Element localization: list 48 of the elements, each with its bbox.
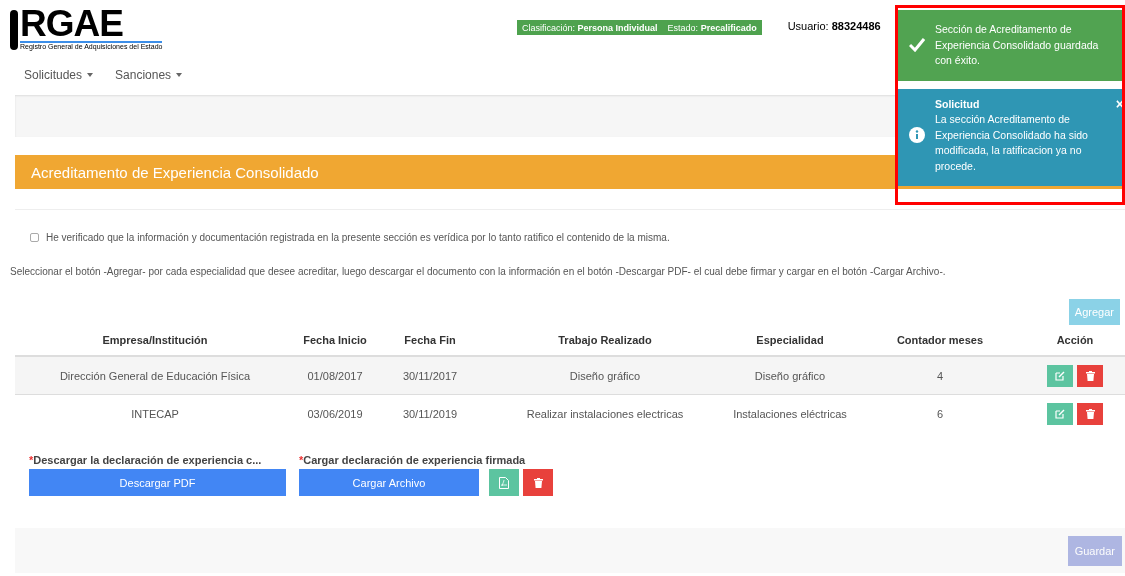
table-cell: 03/06/2019 (307, 407, 363, 420)
table-cell: Realizar instalaciones electricas (526, 407, 684, 420)
user-label: Usuario: 88324486 (787, 20, 881, 34)
column-header: Acción (1056, 334, 1094, 346)
nav-menu[interactable]: Solicitudes (24, 68, 94, 82)
column-header: Fecha Inicio (303, 334, 367, 346)
caret-icon (176, 73, 183, 77)
table-cell: 30/11/2019 (402, 407, 458, 420)
trash-icon (1085, 370, 1095, 381)
column-header: Fecha Fin (404, 334, 456, 346)
table-cell: Diseño gráfico (754, 369, 826, 382)
edit-button[interactable] (1047, 402, 1073, 425)
pdf-file-icon (499, 476, 509, 489)
toast-title: Solicitud (935, 96, 981, 112)
table-cell: 4 (936, 369, 944, 382)
table-cell: Diseño gráfico (569, 369, 641, 382)
table-cell: 01/08/2017 (307, 369, 363, 382)
trash-icon (533, 477, 543, 488)
table-cell: 6 (936, 407, 944, 420)
column-header: Contador meses (896, 334, 984, 346)
status-badge: Clasificación: Persona Individual Estado: Precalificado (517, 20, 762, 35)
trash-icon (1085, 408, 1095, 419)
column-header: Empresa/Institución (102, 334, 208, 346)
info-icon (909, 127, 925, 144)
checkbox-label: He verificado que la información y documentación registrada en la presente sección es verídica por lo tanto ratifico el contenido de la misma. (46, 232, 670, 243)
delete-button[interactable] (523, 469, 553, 496)
download-pdf-button[interactable]: Descargar PDF (29, 469, 286, 496)
upload-file-button[interactable]: Cargar Archivo (299, 469, 479, 496)
column-header: Especialidad (756, 334, 824, 346)
delete-button[interactable] (1077, 402, 1103, 425)
upload-label: *Cargar declaración de experiencia firmada (299, 454, 527, 466)
instructions: Seleccionar el botón -Agregar- por cada especialidad que desee acreditar, luego descargar el documento con la información en el botón -Descargar PDF- el cual debe firmar y cargar en el botón -Cargar Archivo-. (10, 266, 947, 277)
view-pdf-button[interactable] (489, 469, 519, 496)
download-label: *Descargar la declaración de experiencia c... (29, 454, 263, 466)
toast-message: Sección de Acreditamento de Experiencia Consolidado guardada con éxito. (935, 22, 1100, 68)
nav-menu[interactable]: Sanciones (115, 68, 183, 82)
caret-icon (87, 73, 94, 77)
delete-button[interactable] (1077, 364, 1103, 387)
table-cell: Instalaciones eléctricas (733, 407, 847, 420)
edit-icon (1055, 408, 1065, 419)
table-cell: 30/11/2017 (402, 369, 458, 382)
column-header: Trabajo Realizado (558, 334, 652, 346)
checkmark-icon (909, 38, 925, 53)
table-cell: Dirección General de Educación Física (59, 369, 251, 382)
edit-icon (1055, 370, 1065, 381)
checkbox[interactable] (30, 233, 39, 242)
table-cell: INTECAP (131, 407, 179, 420)
edit-button[interactable] (1047, 364, 1073, 387)
